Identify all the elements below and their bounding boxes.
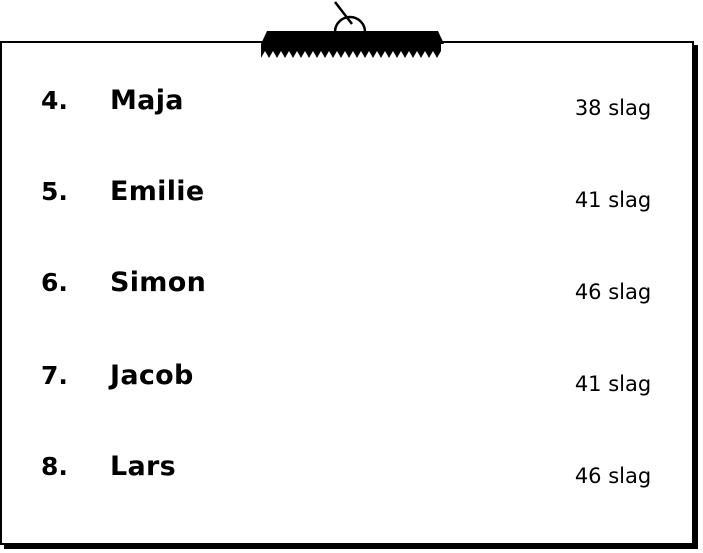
list-item: 4. Maja 38 slag xyxy=(0,86,694,126)
player-name: Lars xyxy=(110,451,177,482)
list-item: 5. Emilie 41 slag xyxy=(0,177,694,217)
stroke-count: 41 slag xyxy=(574,188,652,212)
player-name: Emilie xyxy=(110,176,205,207)
player-name: Simon xyxy=(110,267,207,298)
stroke-count: 41 slag xyxy=(574,372,652,396)
list-item: 7. Jacob 41 slag xyxy=(0,361,694,401)
rank-number: 6. xyxy=(41,268,68,297)
rank-number: 8. xyxy=(41,452,68,481)
rank-number: 4. xyxy=(41,86,68,115)
rank-number: 5. xyxy=(41,177,68,206)
stroke-count: 46 slag xyxy=(574,280,652,304)
player-name: Maja xyxy=(110,85,184,116)
list-item: 8. Lars 46 slag xyxy=(0,452,694,492)
rank-number: 7. xyxy=(41,361,68,390)
player-name: Jacob xyxy=(110,360,194,391)
stroke-count: 38 slag xyxy=(574,96,652,120)
stroke-count: 46 slag xyxy=(574,464,652,488)
list-item: 6. Simon 46 slag xyxy=(0,268,694,308)
